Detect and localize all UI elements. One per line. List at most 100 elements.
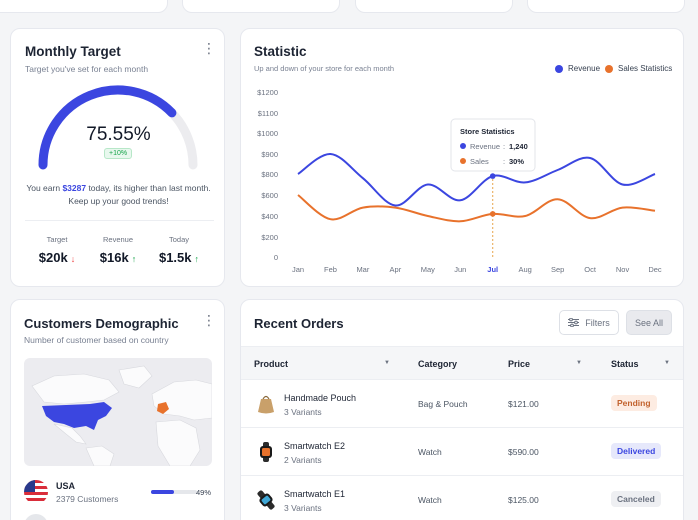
x-tick-label: Dec xyxy=(648,265,662,274)
product-price: $121.00 xyxy=(508,399,539,409)
x-tick-label: Sep xyxy=(551,265,564,274)
arrow-down-icon: ↓ xyxy=(70,254,76,264)
kpi-value: $16k xyxy=(99,250,129,265)
product-variants: 2 Variants xyxy=(284,455,322,465)
kpi-target: Target $20k ↓ xyxy=(27,235,87,265)
country-name: USA xyxy=(56,481,76,491)
recent-orders-card: Recent Orders Filters See All Product ▼ … xyxy=(240,299,684,520)
earn-amount: $3287 xyxy=(62,183,87,193)
kpi-label: Revenue xyxy=(102,235,134,244)
more-options-icon[interactable]: ⋮ xyxy=(202,41,216,55)
tooltip-sales-dot xyxy=(460,158,466,164)
column-header-category: Category xyxy=(418,359,458,369)
smartwatch-product-icon xyxy=(257,490,275,510)
tooltip-separator: : xyxy=(503,157,505,166)
sort-caret-icon[interactable]: ▼ xyxy=(576,360,582,366)
africa-shape xyxy=(155,419,201,466)
table-row[interactable]: Handmade Pouch 3 Variants Bag & Pouch $1… xyxy=(241,380,683,428)
legend-label: Revenue xyxy=(568,64,601,73)
usa-shape xyxy=(42,402,112,430)
kpi-today: Today $1.5k ↑ xyxy=(149,235,209,265)
stat-card-3 xyxy=(355,0,513,13)
target-percent: 75.55% xyxy=(86,124,151,145)
pouch-product-icon xyxy=(258,395,274,414)
sales-series-line xyxy=(297,194,656,223)
filter-icon xyxy=(568,318,580,327)
usa-flag-icon xyxy=(24,480,48,504)
arrow-up-icon: ↑ xyxy=(131,254,137,264)
x-tick-label: May xyxy=(421,265,435,274)
earnings-message: You earn $3287 today, its higher than la… xyxy=(11,182,226,208)
legend-sales[interactable]: Sales Statistics xyxy=(605,64,672,73)
filters-button[interactable]: Filters xyxy=(559,310,619,335)
status-badge: Pending xyxy=(611,395,657,411)
monthly-target-card: Monthly Target Target you've set for eac… xyxy=(10,28,225,287)
table-row[interactable]: Smartwatch E1 3 Variants Watch $125.00 C… xyxy=(241,476,683,520)
product-variants: 3 Variants xyxy=(284,407,322,417)
earn-suffix: today, its higher than last month. xyxy=(86,183,211,193)
product-name: Handmade Pouch xyxy=(284,393,357,403)
card-title: Recent Orders xyxy=(254,316,344,331)
product-name: Smartwatch E1 xyxy=(284,489,346,499)
customers-demographic-card: Customers Demographic Number of customer… xyxy=(10,299,225,520)
status-badge: Delivered xyxy=(611,443,662,459)
kpi-label: Target xyxy=(46,235,68,244)
y-tick-label: $200 xyxy=(261,233,278,242)
card-subtitle: Up and down of your store for each month xyxy=(254,64,395,73)
x-tick-label: Apr xyxy=(390,265,402,274)
usa-flag-svg xyxy=(24,480,48,504)
world-map-svg xyxy=(31,365,212,466)
country-progress-bar xyxy=(151,490,197,494)
table-header: Product ▼ Category Price ▼ Status ▼ xyxy=(241,346,683,380)
arrow-up-icon: ↑ xyxy=(194,254,200,264)
product-name: Smartwatch E2 xyxy=(284,441,346,451)
kpi-label: Today xyxy=(168,235,189,244)
product-category: Bag & Pouch xyxy=(418,399,468,409)
y-tick-label: 0 xyxy=(274,253,278,262)
smartwatch-product-icon xyxy=(260,442,272,462)
legend-revenue[interactable]: Revenue xyxy=(555,64,600,73)
column-header-product[interactable]: Product xyxy=(254,359,288,369)
x-tick-label: Jan xyxy=(292,265,304,274)
south-america-shape xyxy=(85,445,115,466)
x-tick-label: Jul xyxy=(487,265,498,274)
greenland-shape xyxy=(118,365,153,389)
y-tick-label: $600 xyxy=(261,191,278,200)
sales-point[interactable] xyxy=(489,211,496,217)
legend-dot xyxy=(605,64,613,73)
table-row[interactable]: Smartwatch E2 2 Variants Watch $590.00 D… xyxy=(241,428,683,476)
card-subtitle: Target you've set for each month xyxy=(25,64,149,74)
sort-caret-icon[interactable]: ▼ xyxy=(664,360,670,366)
more-options-icon[interactable]: ⋮ xyxy=(202,313,216,327)
see-all-button[interactable]: See All xyxy=(626,310,672,335)
tooltip-revenue-label: Revenue xyxy=(470,142,500,151)
stat-card-4 xyxy=(527,0,685,13)
stat-card-1 xyxy=(0,0,168,13)
chart-tooltip: Store Statistics Revenue:1,240 Sales:30% xyxy=(450,118,536,172)
tooltip-sales-label: Sales xyxy=(470,157,489,166)
tooltip-sales-value: 30% xyxy=(509,157,524,166)
earn-line2: Keep up your good trends! xyxy=(68,196,169,206)
kpi-value: $20k xyxy=(38,250,68,265)
tooltip-revenue-dot xyxy=(460,143,466,149)
sort-caret-icon[interactable]: ▼ xyxy=(384,360,390,366)
change-badge: +10% xyxy=(104,148,133,159)
card-title: Monthly Target xyxy=(25,44,121,59)
revenue-point[interactable] xyxy=(489,173,496,179)
world-map xyxy=(24,358,212,466)
country-progress-fill xyxy=(151,490,174,494)
y-tick-label: $800 xyxy=(261,170,278,179)
card-title: Statistic xyxy=(254,44,307,59)
column-header-status[interactable]: Status xyxy=(611,359,639,369)
canada-shape xyxy=(31,373,120,405)
status-badge: Canceled xyxy=(611,491,661,507)
kpi-revenue: Revenue $16k ↑ xyxy=(88,235,148,265)
see-all-label: See All xyxy=(634,317,664,328)
column-header-price[interactable]: Price xyxy=(508,359,530,369)
x-tick-label: Oct xyxy=(584,265,597,274)
stat-card-2 xyxy=(182,0,340,13)
x-tick-label: Aug xyxy=(519,265,532,274)
legend-dot xyxy=(555,64,563,73)
country-customers: 2379 Customers xyxy=(56,494,119,504)
product-price: $125.00 xyxy=(508,495,539,505)
